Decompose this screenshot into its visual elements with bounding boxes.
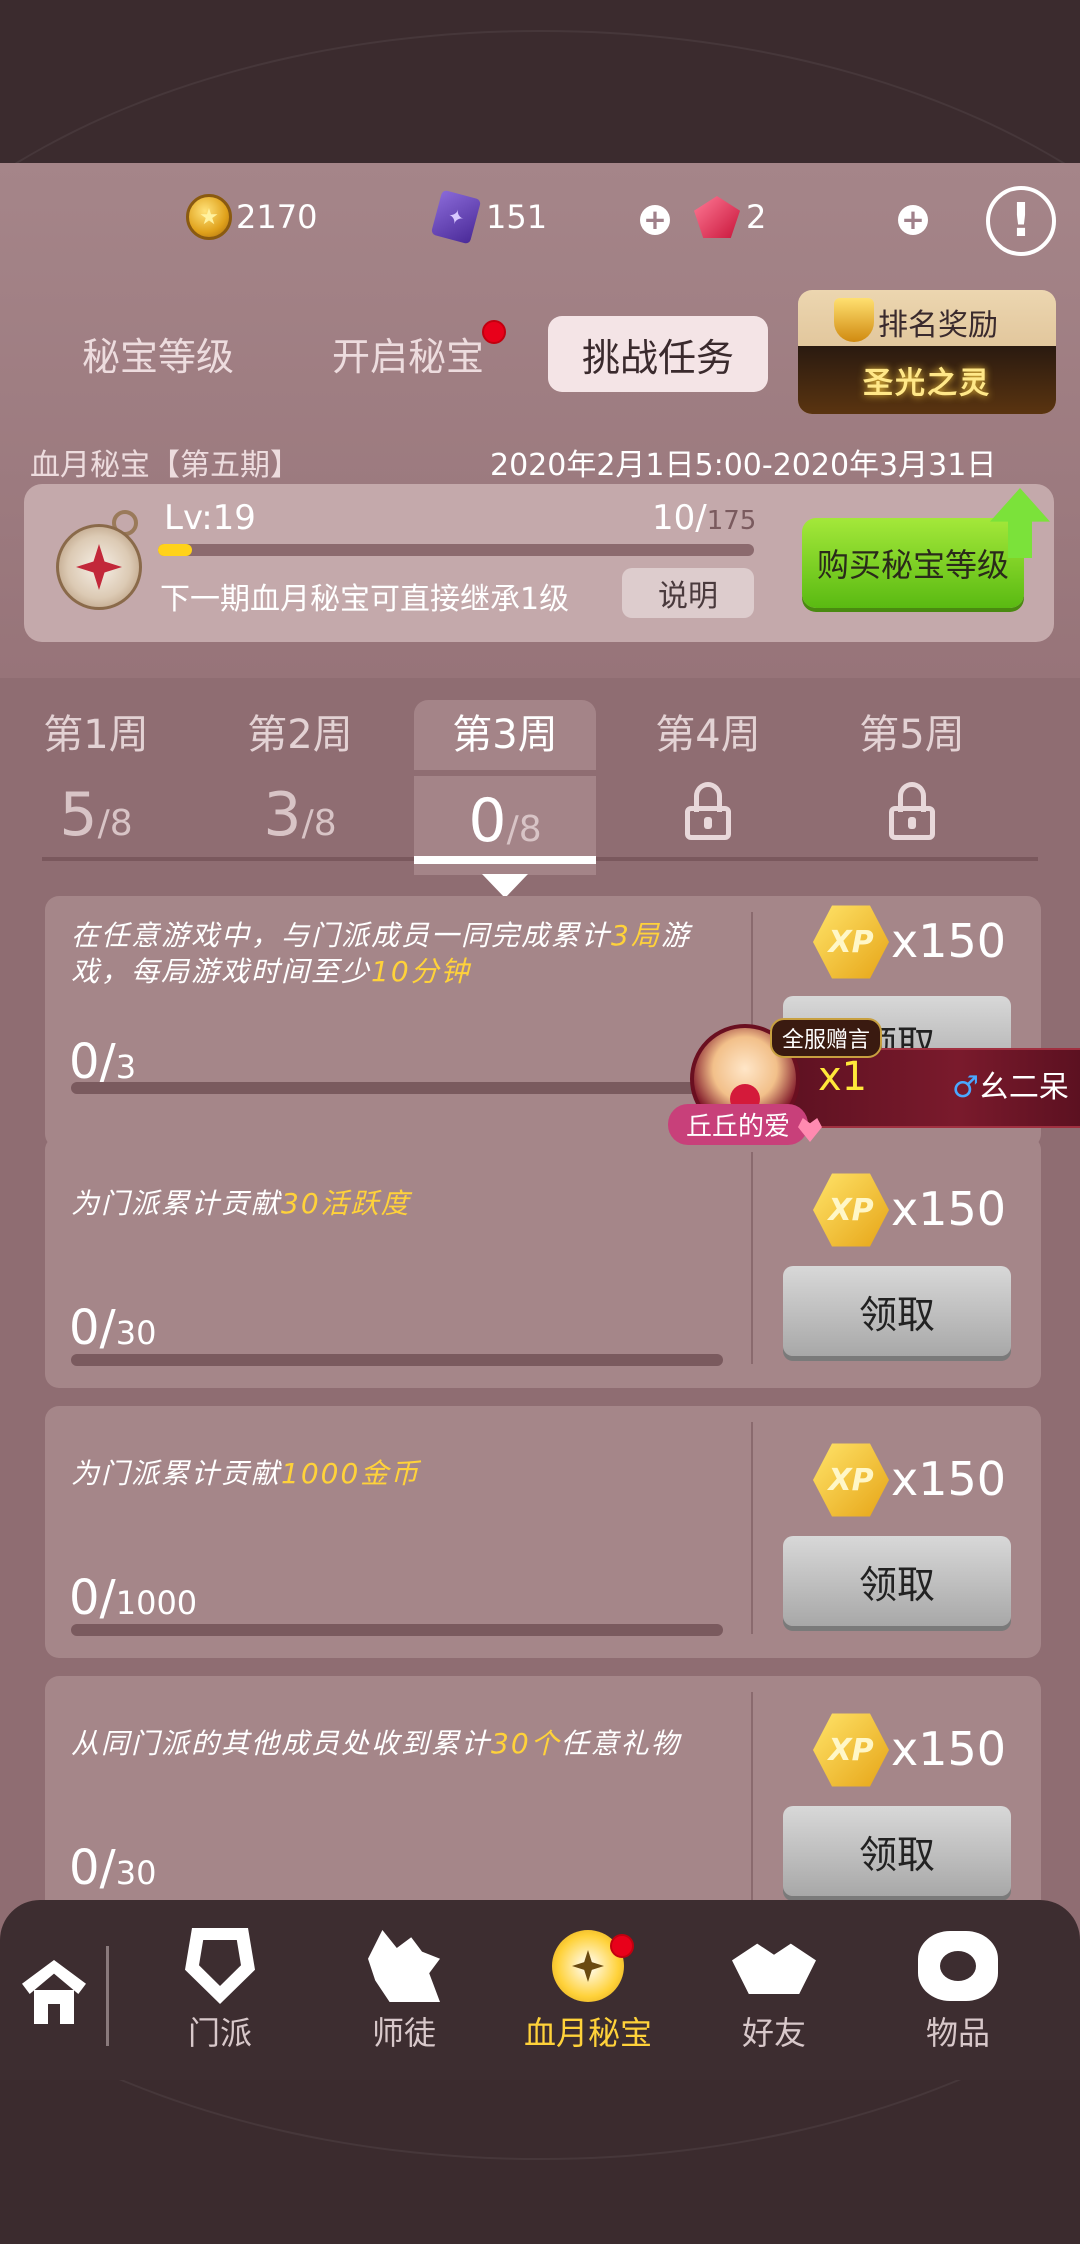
week-tab-2[interactable]: 第2周 3/8 [210,700,390,869]
gem-balance: 2 [694,196,766,238]
task-progress-bar [71,1082,723,1094]
xp-icon: XP [813,1173,889,1247]
week-label: 第1周 [43,712,149,758]
handshake-icon [732,1943,816,1994]
rank-reward-banner: 圣光之灵 [798,346,1056,414]
coin-balance: ★ 2170 [186,194,317,240]
claim-button[interactable]: 领取 [783,1536,1011,1626]
week-label: 第2周 [247,712,353,758]
ticket-balance: ✦ 151 [430,189,548,245]
task-card: 为门派累计贡献30活跃度 0/30 XP x150 领取 [45,1136,1041,1388]
season-title: 血月秘宝【第五期】 [30,448,300,483]
compass-icon [56,510,142,610]
gem-count: 2 [746,198,767,236]
rank-reward-label: 排名奖励 [878,308,998,343]
inherit-note: 下一期血月秘宝可直接继承1级 [160,582,570,617]
add-tickets-button[interactable]: + [640,205,670,235]
nav-label: 物品 [925,2014,990,2052]
reward-amount: x150 [891,1182,1007,1236]
reward-amount: x150 [891,1722,1007,1776]
nav-label: 师徒 [371,2014,436,2052]
wolf-icon [368,1930,440,2002]
task-progress: 0/1000 [69,1570,198,1626]
explain-button[interactable]: 说明 [622,568,754,618]
bottom-backdrop [0,2080,1080,2244]
add-gems-button[interactable]: + [898,205,928,235]
bag-icon [918,1931,998,2001]
coin-count: 2170 [236,198,318,236]
level-progress-text: 10/175 [652,498,757,538]
task-description: 为门派累计贡献1000金币 [71,1457,421,1490]
task-progress-bar [71,1624,723,1636]
nav-item-blood-moon-treasure[interactable]: 血月秘宝 [508,1926,668,2054]
xp-icon: XP [813,1443,889,1517]
gift-notification[interactable]: 全服赠言 x1 ♂幺二呆 丘丘的爱 [668,1018,1080,1160]
nav-label: 好友 [741,2014,806,2052]
week-label: 第5周 [859,712,965,758]
trophy-icon [834,298,874,342]
level-label: Lv:19 [164,498,256,538]
home-icon[interactable] [22,1960,86,2024]
task-progress-bar [71,1354,723,1366]
xp-icon: XP [813,905,889,979]
task-description: 从同门派的其他成员处收到累计30个任意礼物 [71,1727,681,1760]
nav-item-mentor[interactable]: 师徒 [324,1926,484,2054]
level-progress-fill [158,544,192,556]
gift-count: x1 [818,1054,868,1100]
task-card: 从同门派的其他成员处收到累计30个任意礼物 0/30 XP x150 领取 [45,1676,1041,1900]
lock-icon [685,782,731,840]
xp-icon: XP [813,1713,889,1787]
week-count: 5/8 [59,780,133,850]
week-tab-5[interactable]: 第5周 [822,700,1002,844]
claim-button[interactable]: 领取 [783,1806,1011,1896]
buy-level-button[interactable]: 购买秘宝等级 [802,518,1024,608]
shield-icon [185,1928,255,2004]
task-progress: 0/30 [69,1840,157,1896]
tab-open-treasure[interactable]: 开启秘宝 [310,316,506,390]
rank-reward-button[interactable]: 排名奖励 圣光之灵 [798,290,1056,414]
week-tab-1[interactable]: 第1周 5/8 [6,700,186,869]
nav-label: 血月秘宝 [523,2014,652,2052]
notification-dot [482,320,506,344]
coin-icon: ★ [186,194,232,240]
gem-icon [694,196,740,238]
tab-treasure-level[interactable]: 秘宝等级 [60,316,256,390]
ticket-count: 151 [486,198,548,236]
gift-name: 丘丘的爱 [668,1104,809,1145]
task-description: 在任意游戏中，与门派成员一同完成累计3局游戏，每局游戏时间至少10分钟 [71,919,691,988]
nav-item-sect[interactable]: 门派 [140,1926,300,2054]
week-count: 3/8 [263,780,337,850]
alert-icon[interactable]: ! [986,186,1056,256]
week-tab-3[interactable]: 第3周 0/8 [414,700,596,875]
notification-dot [610,1934,634,1958]
tab-challenge-tasks[interactable]: 挑战任务 [548,316,768,392]
task-description: 为门派累计贡献30活跃度 [71,1187,411,1220]
week-tab-4[interactable]: 第4周 [618,700,798,844]
task-card: 为门派累计贡献1000金币 0/1000 XP x150 领取 [45,1406,1041,1658]
gift-sender: ♂幺二呆 [952,1070,1069,1105]
lock-icon [889,782,935,840]
claim-button[interactable]: 领取 [783,1266,1011,1356]
level-progress-bar [158,544,754,556]
nav-divider [106,1946,109,2046]
ticket-icon: ✦ [430,189,482,245]
reward-amount: x150 [891,1452,1007,1506]
reward-amount: x150 [891,914,1007,968]
active-week-indicator [414,856,596,864]
week-label: 第3周 [414,700,596,770]
nav-label: 门派 [187,2014,252,2052]
gift-tag: 全服赠言 [770,1018,883,1058]
top-backdrop [0,0,1080,163]
nav-item-items[interactable]: 物品 [878,1926,1038,2054]
week-label: 第4周 [655,712,761,758]
nav-item-friends[interactable]: 好友 [694,1926,854,2054]
task-progress: 0/30 [69,1300,157,1356]
